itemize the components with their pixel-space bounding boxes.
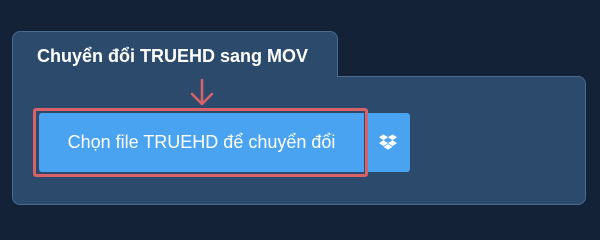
converter-tab: Chuyển đổi TRUEHD sang MOV [12,31,338,77]
dropbox-button[interactable] [366,113,410,172]
arrow-down-icon [190,78,214,106]
panel-tab-joint [13,74,337,78]
highlight-frame [33,108,368,177]
dropbox-icon [379,134,397,150]
tab-title: Chuyển đổi TRUEHD sang MOV [37,46,309,66]
